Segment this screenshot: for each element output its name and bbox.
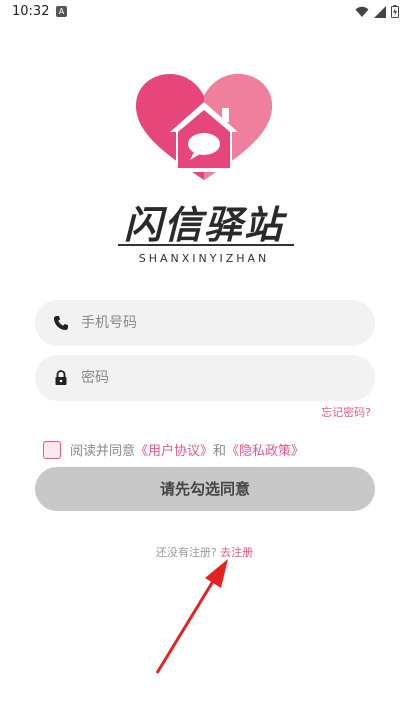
phone-field[interactable] [35,300,375,346]
app-name: 闪信驿站 [123,203,284,247]
login-button[interactable]: 请先勾选同意 [35,467,375,511]
phone-input[interactable] [79,314,343,332]
forgot-password-link[interactable]: 忘记密码? [321,404,371,420]
agreement-prefix: 阅读并同意 [70,444,136,459]
logo-divider [118,244,294,246]
status-bar: 10:32 A [0,0,409,24]
register-prompt: 还没有注册? [155,546,217,559]
app-logo: 闪信驿站 SHANXINYIZHAN [108,68,300,273]
app-name-pinyin: SHANXINYIZHAN [138,252,270,265]
agreement-and: 和 [213,444,227,459]
agreement-checkbox[interactable] [43,440,61,459]
lock-icon [51,368,71,388]
agreement-row: 阅读并同意 《用户协议》 和 《隐私政策》 [43,440,304,459]
notification-icon: A [56,6,67,17]
password-input[interactable] [79,369,343,387]
signal-icon [374,5,386,18]
user-agreement-link[interactable]: 《用户协议》 [135,440,213,459]
wifi-icon [355,6,369,17]
privacy-policy-link[interactable]: 《隐私政策》 [226,440,304,459]
status-time: 10:32 [12,4,50,19]
phone-icon [51,313,71,333]
register-row: 还没有注册? 去注册 [0,544,409,560]
password-field[interactable] [35,355,375,401]
heart-house-logo-icon [136,74,272,180]
register-link[interactable]: 去注册 [220,546,253,559]
status-icons [355,5,399,18]
battery-icon [391,5,399,18]
